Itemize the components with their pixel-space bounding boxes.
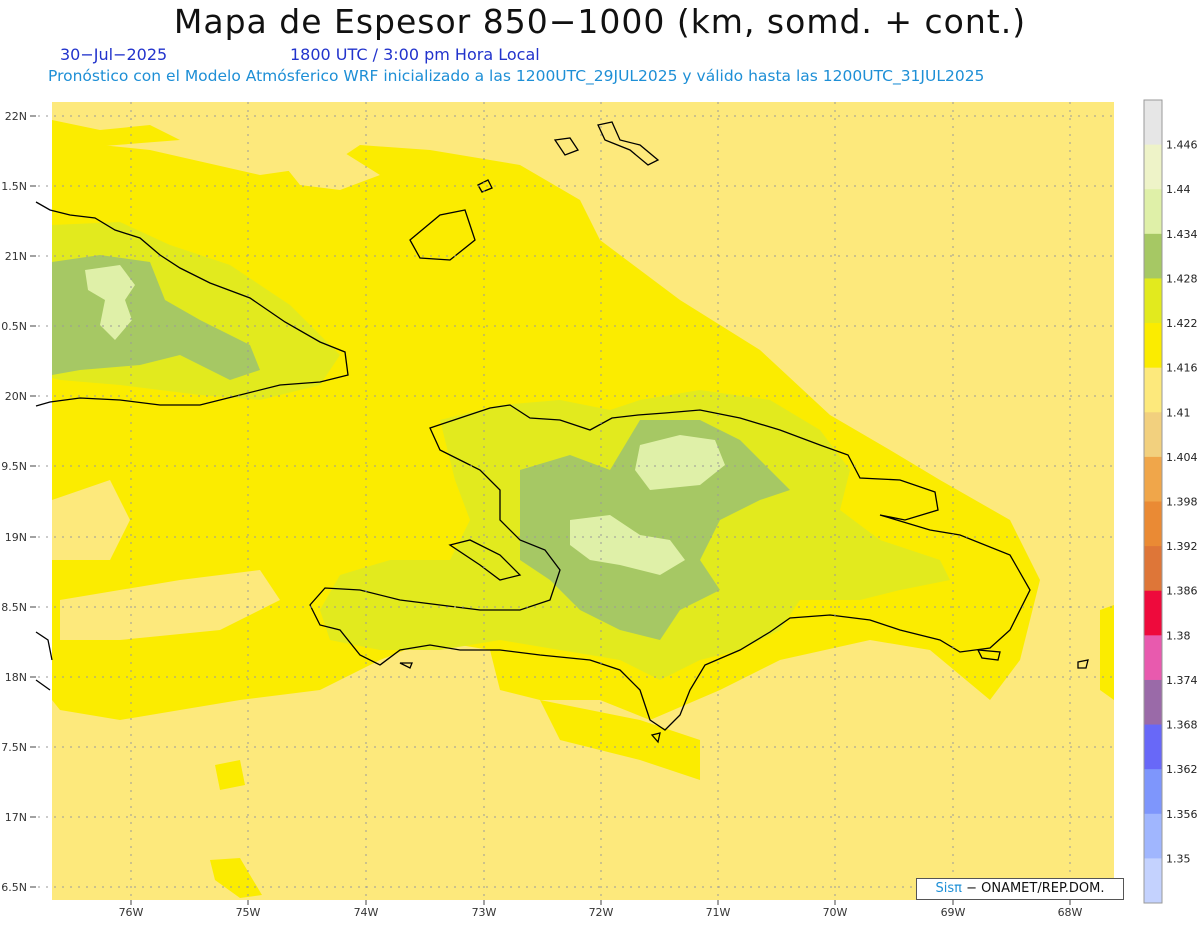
lon-label: 72W — [589, 906, 614, 919]
lat-label: 21N — [5, 250, 27, 263]
lat-label: 6.5N — [1, 881, 27, 894]
credit-text: − ONAMET/REP.DOM. — [966, 881, 1105, 896]
legend-label: 1.398 — [1166, 496, 1198, 509]
legend-swatch — [1144, 724, 1162, 770]
legend-swatch — [1144, 456, 1162, 502]
legend-swatch — [1144, 679, 1162, 726]
legend-swatch — [1144, 233, 1162, 279]
legend-swatch — [1144, 769, 1162, 815]
legend-label: 1.428 — [1166, 272, 1198, 285]
legend-label: 1.446 — [1166, 139, 1198, 152]
lon-label: 68W — [1058, 906, 1083, 919]
legend-label: 1.38 — [1166, 629, 1191, 642]
legend-swatch — [1144, 278, 1162, 324]
lon-label: 70W — [823, 906, 848, 919]
legend-label: 1.374 — [1166, 674, 1198, 687]
lat-label: 17N — [5, 811, 27, 824]
lat-label: 8.5N — [1, 601, 27, 614]
forecast-time: 1800 UTC / 3:00 pm Hora Local — [290, 45, 540, 64]
legend-swatch — [1144, 323, 1162, 369]
lat-label: 0.5N — [1, 320, 27, 333]
credit-brand: Sisπ — [935, 881, 962, 896]
lon-label: 74W — [354, 906, 379, 919]
legend-label: 1.41 — [1166, 406, 1191, 419]
lon-label: 75W — [236, 906, 261, 919]
legend-label: 1.392 — [1166, 540, 1198, 553]
lon-label: 69W — [941, 906, 966, 919]
lat-label: 9.5N — [1, 460, 27, 473]
legend-label: 1.368 — [1166, 719, 1198, 732]
legend-swatch — [1144, 813, 1162, 859]
color-legend: 1.446 1.44 1.434 1.428 1.422 1.416 1.41 1.404 1.… — [1143, 99, 1198, 904]
lon-label: 73W — [472, 906, 497, 919]
legend-swatch — [1144, 590, 1162, 636]
legend-label: 1.422 — [1166, 317, 1198, 330]
legend-swatch — [1144, 100, 1162, 146]
legend-swatch — [1144, 635, 1162, 681]
legend-label: 1.416 — [1166, 362, 1198, 375]
legend-swatch — [1144, 189, 1162, 235]
model-description: Pronóstico con el Modelo Atmósferico WRF… — [48, 67, 985, 85]
legend-label: 1.44 — [1166, 183, 1191, 196]
contour-1416-islet — [215, 760, 245, 790]
legend-label: 1.404 — [1166, 451, 1198, 464]
legend-label: 1.386 — [1166, 585, 1198, 598]
legend-swatch — [1144, 501, 1162, 547]
contour-1416-east — [1100, 605, 1114, 700]
thickness-map: 22N 1.5N 21N 0.5N 20N 9.5N 19N 8.5N 18N … — [1, 99, 1198, 919]
legend-label: 1.362 — [1166, 763, 1198, 776]
credit-box: Sisπ − ONAMET/REP.DOM. — [916, 878, 1124, 900]
map-title: Mapa de Espesor 850−1000 (km, somd. + co… — [173, 2, 1027, 41]
legend-swatch — [1144, 144, 1162, 190]
lat-label: 1.5N — [1, 180, 27, 193]
lat-label: 20N — [5, 390, 27, 403]
lat-label: 19N — [5, 531, 27, 544]
legend-label: 1.356 — [1166, 808, 1198, 821]
lat-label: 22N — [5, 110, 27, 123]
legend-swatch — [1144, 412, 1162, 458]
legend-label: 1.434 — [1166, 228, 1198, 241]
forecast-date: 30−Jul−2025 — [60, 45, 168, 64]
legend-swatch — [1144, 546, 1162, 592]
lat-label: 18N — [5, 671, 27, 684]
lon-label: 71W — [706, 906, 731, 919]
legend-label: 1.35 — [1166, 852, 1191, 865]
lat-label: 7.5N — [1, 741, 27, 754]
legend-swatch — [1144, 367, 1162, 413]
legend-swatch — [1144, 858, 1162, 904]
lon-label: 76W — [119, 906, 144, 919]
